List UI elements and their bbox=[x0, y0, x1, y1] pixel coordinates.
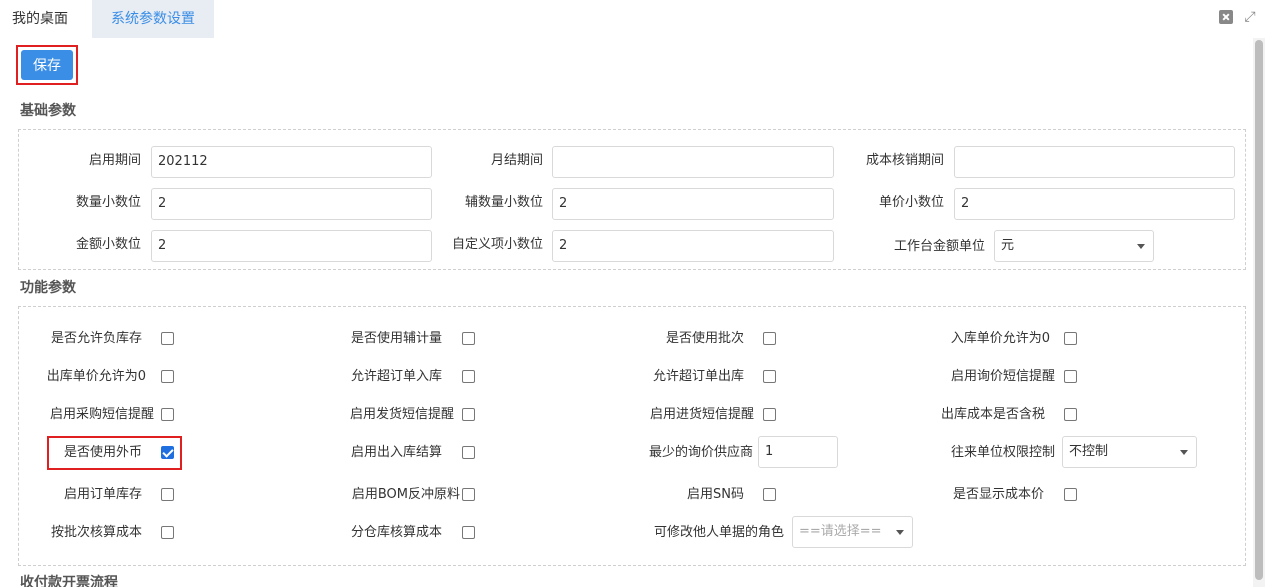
partner-permission-label: 往来单位权限控制 bbox=[950, 445, 1055, 460]
edit-others-role-label: 可修改他人单据的角色 bbox=[653, 525, 784, 540]
out-cost-tax-label: 出库成本是否含税 bbox=[940, 407, 1045, 422]
use-aux-qty-checkbox[interactable] bbox=[462, 332, 475, 345]
scrollbar-thumb[interactable] bbox=[1255, 40, 1263, 580]
scrollbar[interactable] bbox=[1253, 38, 1265, 587]
chevron-down-icon bbox=[1137, 244, 1145, 249]
batch-cost-label: 按批次核算成本 bbox=[50, 525, 142, 540]
use-foreign-currency-label: 是否使用外币 bbox=[63, 445, 142, 460]
section-title-basic: 基础参数 bbox=[20, 103, 76, 119]
custom-decimal-input[interactable]: 2 bbox=[552, 230, 834, 262]
use-batch-label: 是否使用批次 bbox=[665, 331, 744, 346]
out-cost-tax-checkbox[interactable] bbox=[1064, 408, 1077, 421]
allow-over-in-checkbox[interactable] bbox=[462, 370, 475, 383]
purchase-sms-label: 启用采购短信提醒 bbox=[49, 407, 154, 422]
amount-decimal-label: 金额小数位 bbox=[75, 237, 141, 252]
allow-negative-stock-label: 是否允许负库存 bbox=[50, 331, 142, 346]
show-cost-checkbox[interactable] bbox=[1064, 488, 1077, 501]
sn-code-label: 启用SN码 bbox=[687, 487, 744, 502]
show-cost-label: 是否显示成本价 bbox=[952, 487, 1044, 502]
workbench-unit-value: 元 bbox=[1001, 238, 1015, 253]
batch-cost-checkbox[interactable] bbox=[161, 526, 174, 539]
in-out-settle-label: 启用出入库结算 bbox=[350, 445, 442, 460]
price-decimal-input[interactable]: 2 bbox=[954, 188, 1235, 220]
custom-decimal-label: 自定义项小数位 bbox=[451, 237, 543, 252]
sn-code-checkbox[interactable] bbox=[763, 488, 776, 501]
out-price-zero-label: 出库单价允许为0 bbox=[46, 369, 146, 384]
month-end-input[interactable] bbox=[552, 146, 834, 178]
section-title-function: 功能参数 bbox=[20, 280, 76, 296]
warehouse-cost-label: 分仓库核算成本 bbox=[350, 525, 442, 540]
inquiry-sms-label: 启用询价短信提醒 bbox=[950, 369, 1055, 384]
month-end-label: 月结期间 bbox=[490, 153, 543, 168]
cost-period-input[interactable] bbox=[954, 146, 1235, 178]
workbench-unit-label: 工作台金额单位 bbox=[893, 239, 985, 254]
qty-decimal-label: 数量小数位 bbox=[75, 195, 141, 210]
out-price-zero-checkbox[interactable] bbox=[161, 370, 174, 383]
qty-decimal-input[interactable]: 2 bbox=[151, 188, 432, 220]
price-decimal-label: 单价小数位 bbox=[878, 195, 944, 210]
use-batch-checkbox[interactable] bbox=[763, 332, 776, 345]
use-aux-qty-label: 是否使用辅计量 bbox=[350, 331, 442, 346]
aux-qty-decimal-label: 辅数量小数位 bbox=[464, 195, 543, 210]
tab-my-desktop[interactable]: 我的桌面 bbox=[0, 0, 92, 38]
partner-permission-value: 不控制 bbox=[1069, 444, 1109, 459]
bom-backflush-checkbox[interactable] bbox=[462, 488, 475, 501]
chevron-down-icon bbox=[896, 530, 904, 535]
order-stock-checkbox[interactable] bbox=[161, 488, 174, 501]
in-price-zero-label: 入库单价允许为0 bbox=[950, 331, 1050, 346]
tab-bar: 我的桌面 系统参数设置 ⤢ bbox=[0, 0, 1265, 38]
section-title-flow: 收付款开票流程 bbox=[20, 575, 118, 587]
purchase-sms-checkbox[interactable] bbox=[161, 408, 174, 421]
fullscreen-icon[interactable]: ⤢ bbox=[1243, 10, 1257, 24]
in-out-settle-checkbox[interactable] bbox=[462, 446, 475, 459]
ship-sms-checkbox[interactable] bbox=[462, 408, 475, 421]
close-icon[interactable] bbox=[1219, 10, 1233, 24]
inquiry-sms-checkbox[interactable] bbox=[1064, 370, 1077, 383]
cost-period-label: 成本核销期间 bbox=[865, 153, 944, 168]
in-price-zero-checkbox[interactable] bbox=[1064, 332, 1077, 345]
edit-others-role-select[interactable]: ==请选择== bbox=[792, 516, 913, 548]
receive-sms-checkbox[interactable] bbox=[763, 408, 776, 421]
allow-over-in-label: 允许超订单入库 bbox=[350, 369, 442, 384]
save-button[interactable]: 保存 bbox=[21, 50, 73, 80]
allow-over-out-label: 允许超订单出库 bbox=[652, 369, 744, 384]
chevron-down-icon bbox=[1180, 450, 1188, 455]
min-inquiry-supplier-input[interactable]: 1 bbox=[758, 436, 838, 468]
min-inquiry-supplier-label: 最少的询价供应商 bbox=[648, 445, 753, 460]
amount-decimal-input[interactable]: 2 bbox=[151, 230, 432, 262]
start-period-label: 启用期间 bbox=[88, 153, 141, 168]
partner-permission-select[interactable]: 不控制 bbox=[1062, 436, 1197, 468]
warehouse-cost-checkbox[interactable] bbox=[462, 526, 475, 539]
allow-negative-stock-checkbox[interactable] bbox=[161, 332, 174, 345]
save-button-highlight: 保存 bbox=[16, 45, 78, 85]
aux-qty-decimal-input[interactable]: 2 bbox=[552, 188, 834, 220]
allow-over-out-checkbox[interactable] bbox=[763, 370, 776, 383]
use-foreign-currency-checkbox[interactable] bbox=[161, 446, 174, 459]
window-controls: ⤢ bbox=[1219, 10, 1257, 24]
bom-backflush-label: 启用BOM反冲原料 bbox=[351, 487, 460, 502]
ship-sms-label: 启用发货短信提醒 bbox=[349, 407, 454, 422]
order-stock-label: 启用订单库存 bbox=[63, 487, 142, 502]
workbench-unit-select[interactable]: 元 bbox=[994, 230, 1154, 262]
edit-others-role-value: ==请选择== bbox=[799, 524, 882, 539]
receive-sms-label: 启用进货短信提醒 bbox=[649, 407, 754, 422]
start-period-input[interactable]: 202112 bbox=[151, 146, 432, 178]
tab-system-settings[interactable]: 系统参数设置 bbox=[92, 0, 214, 38]
